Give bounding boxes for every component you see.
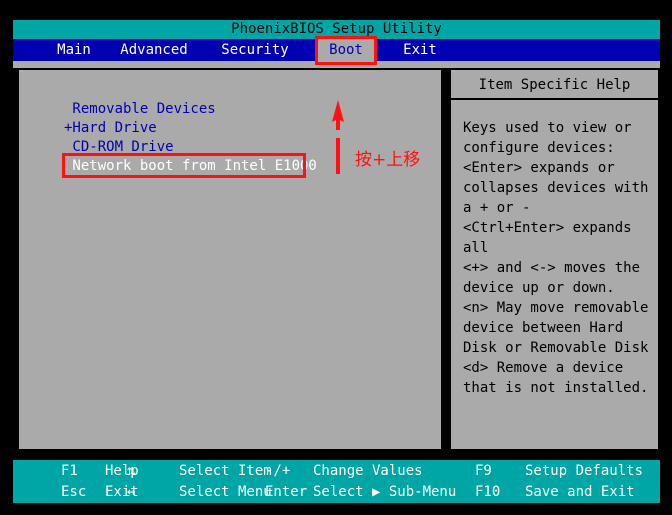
status-key-legend-bar: F1 Help ⇅ Select Item -/+ Change Values F9 Setu… bbox=[13, 460, 660, 503]
help-panel-text: Keys used to view or configure devices: … bbox=[463, 120, 649, 396]
item-specific-help-panel: Item Specific Help Keys used to view or … bbox=[449, 68, 660, 451]
status-key: -/+ bbox=[265, 463, 291, 479]
status-action-label: Select ▶ Sub-Menu bbox=[313, 484, 457, 500]
status-action-label: Save and Exit bbox=[525, 484, 635, 500]
menu-tab-boot[interactable]: Boot bbox=[315, 39, 377, 61]
menu-tab-advanced[interactable]: Advanced bbox=[109, 39, 199, 61]
status-action-label: Setup Defaults bbox=[525, 463, 644, 479]
status-key: Enter bbox=[265, 484, 308, 500]
status-key: ⇅ bbox=[127, 463, 136, 479]
boot-order-panel: Removable Devices +Hard Drive CD-ROM Driv… bbox=[17, 68, 443, 451]
menu-bar: Main Advanced Security Boot Exit bbox=[13, 39, 660, 61]
bios-setup-screen: PhoenixBIOS Setup Utility Main Advanced Se… bbox=[0, 0, 672, 515]
boot-device-row[interactable]: Removable Devices bbox=[64, 100, 424, 119]
window-title: PhoenixBIOS Setup Utility bbox=[13, 20, 660, 39]
status-key: ↔ bbox=[127, 484, 136, 500]
annotation-note-text: 按+上移 bbox=[355, 150, 421, 170]
status-key: F10 bbox=[475, 484, 501, 500]
menu-tab-exit[interactable]: Exit bbox=[395, 39, 445, 61]
status-action-label: Change Values bbox=[313, 463, 423, 479]
status-action-label: Select Item bbox=[179, 463, 272, 479]
status-action-label: Select Menu bbox=[179, 484, 272, 500]
status-key: F1 bbox=[61, 463, 78, 479]
help-panel-title: Item Specific Help bbox=[451, 70, 658, 100]
menu-tab-main[interactable]: Main bbox=[46, 39, 102, 61]
status-key: Esc bbox=[61, 484, 87, 500]
boot-device-row[interactable]: +Hard Drive bbox=[64, 119, 424, 138]
menu-tab-security[interactable]: Security bbox=[205, 39, 305, 61]
menu-underbar bbox=[13, 61, 660, 68]
status-key: F9 bbox=[475, 463, 492, 479]
